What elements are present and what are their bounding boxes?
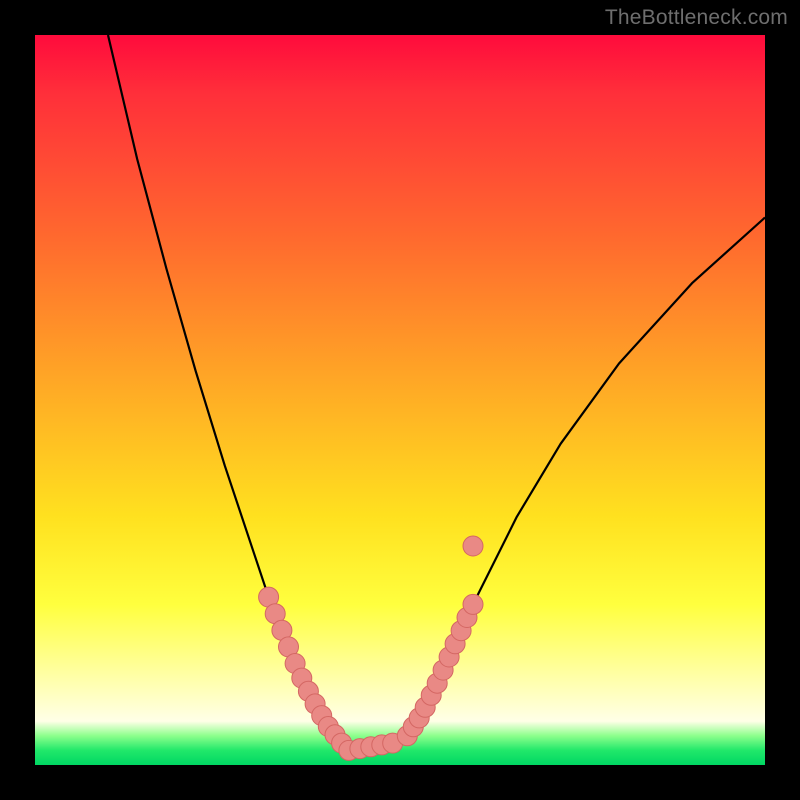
data-marker bbox=[463, 594, 483, 614]
chart-canvas: TheBottleneck.com bbox=[0, 0, 800, 800]
chart-curve-layer bbox=[35, 35, 765, 765]
bottleneck-curve bbox=[108, 35, 765, 750]
data-markers bbox=[259, 536, 483, 760]
plot-area bbox=[35, 35, 765, 765]
watermark-text: TheBottleneck.com bbox=[605, 6, 788, 30]
data-marker bbox=[463, 536, 483, 556]
